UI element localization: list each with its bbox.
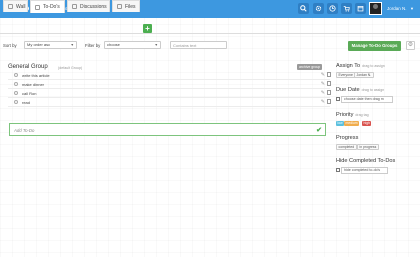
sort-label: Sort by [3,43,17,48]
cart-button[interactable] [341,3,352,14]
assignee-chip[interactable]: Everyone [336,72,356,78]
filter-label: Filter by [85,43,101,48]
todo-text: write this article [22,72,50,78]
clock-icon [329,5,336,12]
progress-heading: Progress [336,135,359,141]
todo-item[interactable]: write this article ✎ [8,71,331,80]
gear-icon [315,5,322,12]
priority-heading: Priority drag tag [336,112,369,118]
progress-completed-chip[interactable]: completed [336,144,357,150]
filter-value: choose [107,42,120,47]
todo-list: write this article ✎ make dinner ✎ call … [8,71,331,107]
priority-medium-tag[interactable]: medium [344,121,360,126]
tab-todos[interactable]: To-Do's [30,0,65,13]
todo-checkbox[interactable] [14,91,18,95]
chevron-down-icon: ▼ [154,43,158,47]
manage-groups-button[interactable]: Manage To-Do Groups [348,41,401,51]
due-date-heading: Due Date drag to assign [336,87,384,93]
todo-item[interactable]: call Ron ✎ [8,89,331,98]
priority-low-tag[interactable]: low [336,121,345,126]
due-title: Due Date [336,87,360,93]
sort-value: My order asc [27,42,51,47]
hide-completed-heading: Hide Completed To-Dos [336,158,396,164]
todo-checkbox[interactable] [14,73,18,77]
cart-icon [343,6,350,12]
tab-wall[interactable]: Wall [3,0,28,12]
trash-icon[interactable] [327,81,331,86]
checkmark-icon[interactable]: ✔ [316,126,322,134]
todo-text: read [22,99,31,105]
group-subtitle: (default Group) [58,66,83,70]
calendar-icon [357,6,364,12]
options-button[interactable]: ⚙ [406,41,415,50]
filter-select[interactable]: choose ▼ [104,41,161,49]
tab-discussions[interactable]: Discussions [67,0,110,12]
due-hint: drag to assign [361,88,385,92]
todo-checkbox[interactable] [14,82,18,86]
search-icon [300,5,307,12]
trash-icon[interactable] [327,90,331,95]
tab-label: Wall [16,3,26,10]
todo-checkbox[interactable] [14,100,18,104]
gear-icon: ⚙ [407,42,414,48]
add-tab-button[interactable]: + [143,24,152,33]
todo-text: call Ron [22,90,37,96]
archive-group-button[interactable]: archive group [297,64,323,70]
chevron-down-icon: ▼ [70,43,74,47]
progress-in-progress-chip[interactable]: in progress [357,144,379,150]
files-icon [117,4,122,9]
tab-label: Discussions [80,3,107,10]
add-todo-input[interactable] [14,126,304,134]
calendar-icon [336,97,340,101]
user-name[interactable]: Jordan N. [387,6,407,11]
assign-title: Assign To [336,63,361,69]
tab-bar [0,22,420,34]
hide-completed-toggle[interactable]: hide completed to-do's [341,167,388,174]
assignee-chip[interactable]: Jordan N. [354,72,374,78]
search-input[interactable] [170,41,227,49]
tab-label: To-Do's [43,4,60,10]
todo-text: make dinner [22,81,45,87]
search-button[interactable] [298,3,309,14]
tab-label: Files [125,3,136,10]
calendar-button[interactable] [355,3,366,14]
calendar-icon [336,168,340,172]
add-todo-box: ✔ [9,123,326,136]
assign-to-heading: Assign To drag to assign [336,63,385,69]
avatar[interactable] [369,2,382,15]
trash-icon[interactable] [327,99,331,104]
settings-button[interactable] [313,3,324,14]
pencil-icon[interactable]: ✎ [321,81,325,87]
assign-hint: drag to assign [362,64,385,68]
pencil-icon[interactable]: ✎ [321,72,325,78]
wall-icon [8,4,13,9]
due-date-input[interactable]: choose date then drag m [341,96,393,103]
tab-files[interactable]: Files [112,0,140,12]
discussions-icon [72,4,77,9]
todo-item[interactable]: read ✎ [8,98,331,107]
todo-item[interactable]: make dinner ✎ [8,80,331,89]
todo-icon [35,4,40,10]
pencil-icon[interactable]: ✎ [321,90,325,96]
priority-high-tag[interactable]: high [362,121,372,126]
priority-hint: drag tag [355,113,369,117]
user-menu-chevron-icon[interactable]: ▼ [410,6,414,11]
group-title: General Group [8,64,48,70]
sort-select[interactable]: My order asc ▼ [24,41,77,49]
time-button[interactable] [327,3,338,14]
priority-title: Priority [336,112,354,118]
trash-icon[interactable] [327,72,331,77]
pencil-icon[interactable]: ✎ [321,99,325,105]
